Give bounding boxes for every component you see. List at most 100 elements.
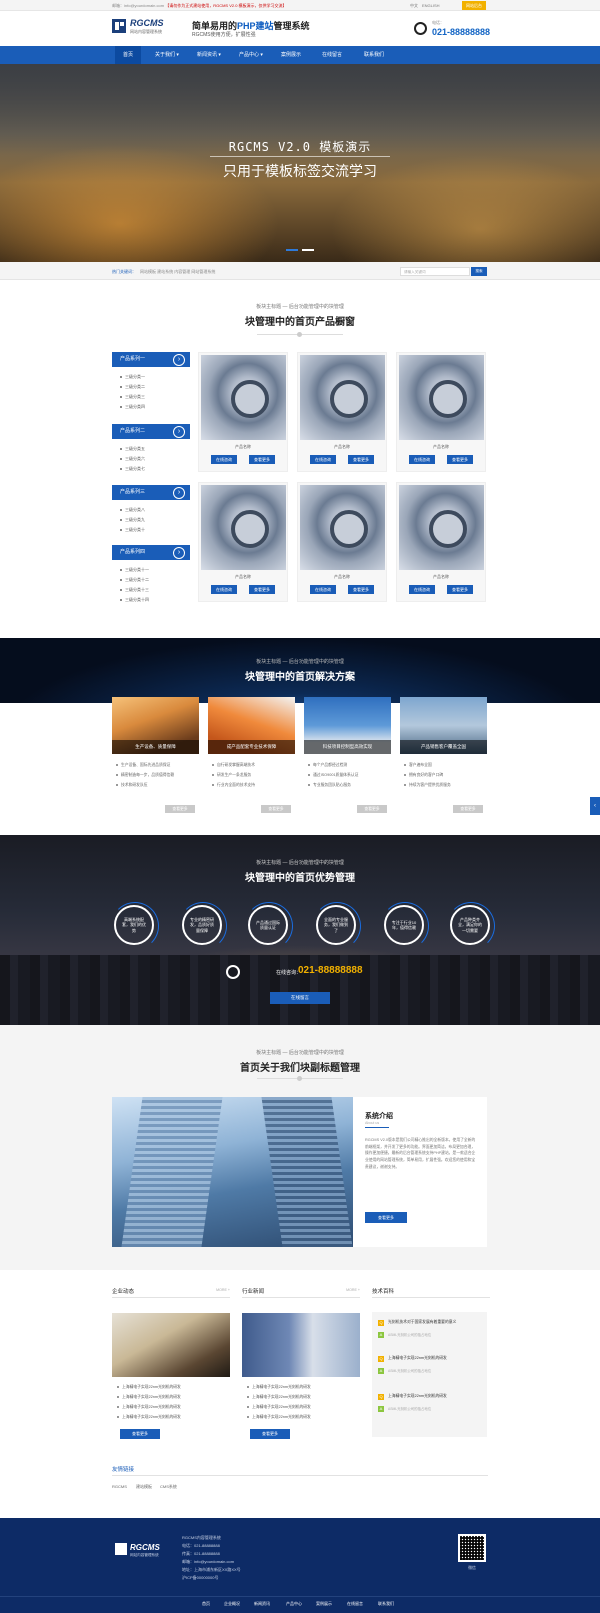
solution-caption[interactable]: 生产设备、质量保障 bbox=[112, 740, 199, 754]
solution-more-button[interactable]: 查看更多 bbox=[165, 805, 195, 813]
float-service-tab[interactable]: ‹ bbox=[590, 797, 600, 815]
solution-more-button[interactable]: 查看更多 bbox=[261, 805, 291, 813]
product-name[interactable]: 产品名称 bbox=[298, 444, 386, 450]
keywords-list[interactable]: 网站模板 建站系统 内容管理 网站管理系统 bbox=[140, 269, 215, 275]
news-column-title[interactable]: 企业动态 bbox=[112, 1287, 134, 1295]
product-image[interactable] bbox=[399, 485, 484, 570]
product-card[interactable]: 产品名称 在线咨询 查看更多 bbox=[396, 482, 486, 602]
subcategory-item[interactable]: 三级分类三 bbox=[120, 394, 145, 400]
nav-home[interactable]: 首页 bbox=[115, 46, 142, 64]
category-3[interactable]: 产品系列三 bbox=[112, 485, 190, 500]
faq-question[interactable]: 上海精电子实现22nm光刻机的研发 bbox=[388, 1356, 447, 1361]
site-logo[interactable]: RGCMS 网站内容管理系统 bbox=[112, 17, 168, 39]
admin-button[interactable]: 网站后台 bbox=[462, 1, 486, 10]
news-more-button[interactable]: 查看更多 bbox=[120, 1429, 160, 1439]
subcategory-item[interactable]: 三级分类二 bbox=[120, 384, 145, 390]
product-card[interactable]: 产品名称 在线咨询 查看更多 bbox=[396, 352, 486, 472]
footer-nav-link[interactable]: 新闻资讯 bbox=[254, 1601, 270, 1607]
about-more-button[interactable]: 查看更多 bbox=[365, 1212, 407, 1223]
nav-products[interactable]: 产品中心 ▾ bbox=[239, 46, 263, 64]
language-switch[interactable]: 中文 ENGLISH bbox=[410, 3, 440, 9]
footer-nav-link[interactable]: 联系我们 bbox=[378, 1601, 394, 1607]
product-card[interactable]: 产品名称 在线咨询 查看更多 bbox=[297, 352, 387, 472]
solution-caption[interactable]: 成产品配套专业技术保障 bbox=[208, 740, 295, 754]
category-2[interactable]: 产品系列二 bbox=[112, 424, 190, 439]
solution-card[interactable]: 成产品配套专业技术保障 自行研发掌握高端技术 研发生产一条龙服务 行业内全面的技… bbox=[208, 697, 295, 817]
consult-button[interactable]: 在线咨询 bbox=[211, 585, 237, 594]
category-1[interactable]: 产品系列一 bbox=[112, 352, 190, 367]
news-item[interactable]: 上海精电子实现22nm光刻机的研发 bbox=[117, 1415, 181, 1420]
nav-news[interactable]: 新闻资讯 ▾ bbox=[197, 46, 221, 64]
subcategory-item[interactable]: 三级分类十一 bbox=[120, 567, 149, 573]
product-image[interactable] bbox=[201, 355, 286, 440]
solution-caption[interactable]: 产品销售客户覆盖全国 bbox=[400, 740, 487, 754]
product-card[interactable]: 产品名称 在线咨询 查看更多 bbox=[198, 482, 288, 602]
news-item[interactable]: 上海精电子实现22nm光刻机的研发 bbox=[247, 1385, 311, 1390]
detail-button[interactable]: 查看更多 bbox=[447, 585, 473, 594]
product-card[interactable]: 产品名称 在线咨询 查看更多 bbox=[198, 352, 288, 472]
subcategory-item[interactable]: 三级分类十二 bbox=[120, 577, 149, 583]
nav-cases[interactable]: 案例展示 bbox=[281, 46, 301, 64]
faq-question[interactable]: 上海精电子实现22nm光刻机的研发 bbox=[388, 1394, 447, 1399]
footer-nav-link[interactable]: 案例展示 bbox=[316, 1601, 332, 1607]
news-more-button[interactable]: 查看更多 bbox=[250, 1429, 290, 1439]
slide-dot[interactable] bbox=[302, 249, 314, 251]
footer-nav-link[interactable]: 首页 bbox=[202, 1601, 210, 1607]
detail-button[interactable]: 查看更多 bbox=[348, 585, 374, 594]
footer-logo[interactable]: RGCMS 网站内容管理系统 bbox=[115, 1543, 165, 1563]
consult-button[interactable]: 在线咨询 bbox=[409, 455, 435, 464]
footer-nav-link[interactable]: 产品中心 bbox=[286, 1601, 302, 1607]
consult-button[interactable]: 在线咨询 bbox=[409, 585, 435, 594]
product-name[interactable]: 产品名称 bbox=[397, 444, 485, 450]
product-name[interactable]: 产品名称 bbox=[397, 574, 485, 580]
solution-card[interactable]: 生产设备、质量保障 生产设备、国际先进品质保证 精密制造每一步，品质值得信赖 技… bbox=[112, 697, 199, 817]
product-image[interactable] bbox=[300, 485, 385, 570]
product-name[interactable]: 产品名称 bbox=[199, 574, 287, 580]
consult-button[interactable]: 在线咨询 bbox=[211, 455, 237, 464]
solution-card[interactable]: 产品销售客户覆盖全国 客户遍布全国 拥有良好的客户口碑 持续为客户提供优质服务 … bbox=[400, 697, 487, 817]
subcategory-item[interactable]: 三级分类六 bbox=[120, 456, 145, 462]
subcategory-item[interactable]: 三级分类七 bbox=[120, 466, 145, 472]
nav-message[interactable]: 在线留言 bbox=[322, 46, 342, 64]
nav-contact[interactable]: 联系我们 bbox=[364, 46, 384, 64]
product-image[interactable] bbox=[399, 355, 484, 440]
subcategory-item[interactable]: 三级分类一 bbox=[120, 374, 145, 380]
detail-button[interactable]: 查看更多 bbox=[348, 455, 374, 464]
search-input[interactable]: 请输入关键词 bbox=[400, 267, 470, 276]
news-column-title[interactable]: 技术百科 bbox=[372, 1287, 394, 1295]
footer-nav-link[interactable]: 企业概况 bbox=[224, 1601, 240, 1607]
solution-more-button[interactable]: 查看更多 bbox=[453, 805, 483, 813]
subcategory-item[interactable]: 三级分类十四 bbox=[120, 597, 149, 603]
news-item[interactable]: 上海精电子实现22nm光刻机的研发 bbox=[247, 1395, 311, 1400]
subcategory-item[interactable]: 三级分类十三 bbox=[120, 587, 149, 593]
news-item[interactable]: 上海精电子实现22nm光刻机的研发 bbox=[247, 1405, 311, 1410]
product-name[interactable]: 产品名称 bbox=[199, 444, 287, 450]
footer-info[interactable]: 沪ICP备00000000号 bbox=[182, 1575, 218, 1581]
product-image[interactable] bbox=[201, 485, 286, 570]
subcategory-item[interactable]: 三级分类九 bbox=[120, 517, 145, 523]
category-4[interactable]: 产品系列四 bbox=[112, 545, 190, 560]
detail-button[interactable]: 查看更多 bbox=[249, 585, 275, 594]
faq-question[interactable]: 光刻机技术对于国家发展有着重要的意义 bbox=[388, 1320, 456, 1325]
news-image[interactable] bbox=[112, 1313, 230, 1377]
product-name[interactable]: 产品名称 bbox=[298, 574, 386, 580]
news-item[interactable]: 上海精电子实现22nm光刻机的研发 bbox=[247, 1415, 311, 1420]
slide-dot-active[interactable] bbox=[286, 249, 298, 251]
product-image[interactable] bbox=[300, 355, 385, 440]
footer-nav-link[interactable]: 在线留言 bbox=[347, 1601, 363, 1607]
news-item[interactable]: 上海精电子实现22nm光刻机的研发 bbox=[117, 1395, 181, 1400]
friend-link[interactable]: 建站模板 bbox=[136, 1484, 152, 1490]
subcategory-item[interactable]: 三级分类五 bbox=[120, 446, 145, 452]
solution-more-button[interactable]: 查看更多 bbox=[357, 805, 387, 813]
nav-about[interactable]: 关于我们 ▾ bbox=[155, 46, 179, 64]
hero-banner[interactable]: RGCMS V2.0 模板演示 只用于模板标签交流学习 bbox=[0, 64, 600, 262]
friend-link[interactable]: RGCMS bbox=[112, 1484, 127, 1489]
subcategory-item[interactable]: 三级分类四 bbox=[120, 404, 145, 410]
friend-link[interactable]: CMS系统 bbox=[160, 1484, 177, 1490]
news-item[interactable]: 上海精电子实现22nm光刻机的研发 bbox=[117, 1385, 181, 1390]
news-item[interactable]: 上海精电子实现22nm光刻机的研发 bbox=[117, 1405, 181, 1410]
solution-caption[interactable]: 科技项目控制型高效实现 bbox=[304, 740, 391, 754]
detail-button[interactable]: 查看更多 bbox=[249, 455, 275, 464]
online-message-button[interactable]: 在线留言 bbox=[270, 992, 330, 1004]
news-column-title[interactable]: 行业新闻 bbox=[242, 1287, 264, 1295]
